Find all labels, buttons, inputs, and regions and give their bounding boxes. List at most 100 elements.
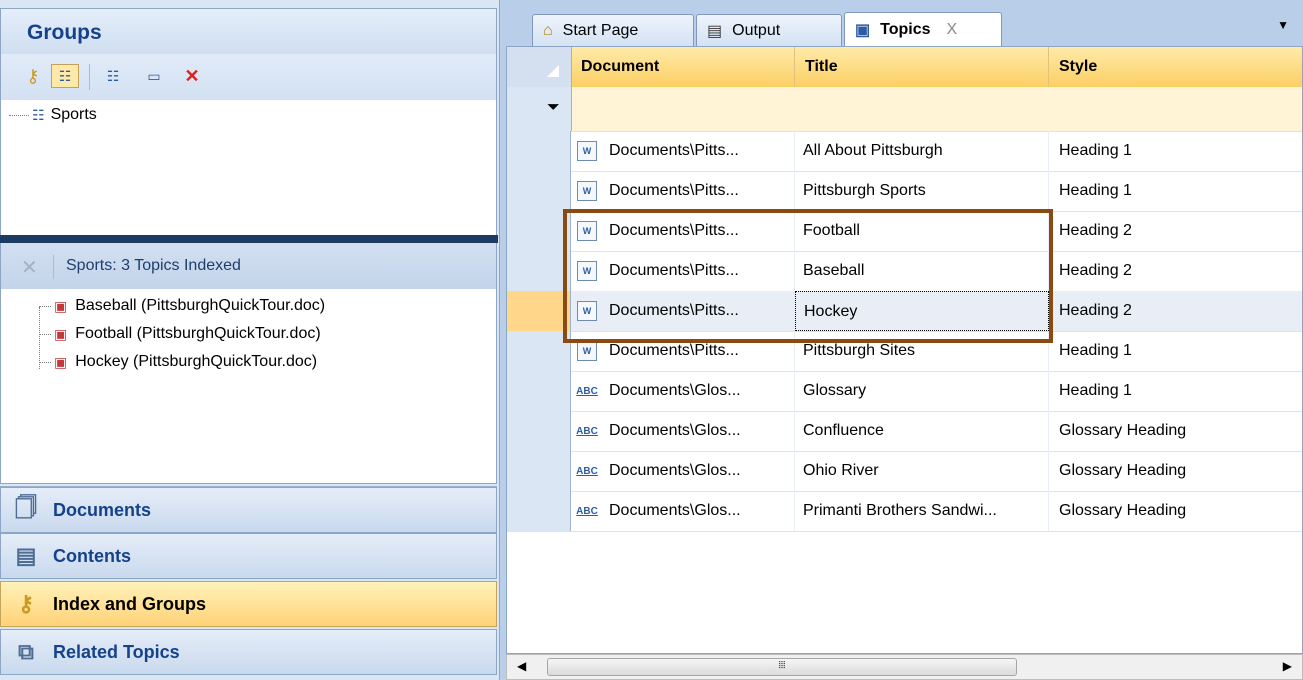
tab-strip: ⌂ Start Page ▤ Output ▣ Topics X ▼: [506, 0, 1303, 46]
tree-item-label: Sports: [50, 106, 97, 123]
nav-label: Contents: [53, 545, 131, 566]
nav-contents[interactable]: ▤ Contents: [0, 533, 497, 579]
cell-style[interactable]: Heading 2: [1049, 291, 1302, 331]
topic-icon: ▣: [54, 297, 68, 314]
cell-title[interactable]: Hockey: [795, 291, 1049, 331]
cell-document-text: Documents\Pitts...: [609, 142, 739, 159]
row-header[interactable]: [507, 171, 571, 211]
row-header[interactable]: [507, 491, 571, 531]
select-all-corner[interactable]: [507, 47, 572, 87]
row-header[interactable]: [507, 451, 571, 491]
table-row[interactable]: ABC Documents\Glos... Glossary Heading 1: [507, 371, 1302, 412]
cell-document-text: Documents\Pitts...: [609, 342, 739, 359]
table-row[interactable]: W Documents\Pitts... Pittsburgh Sports Head…: [507, 171, 1302, 212]
cell-style[interactable]: Heading 2: [1049, 251, 1302, 291]
row-header[interactable]: [507, 211, 571, 251]
list-item-label: Baseball (PittsburghQuickTour.doc): [75, 297, 326, 314]
nav-label: Related Topics: [53, 641, 180, 662]
table-row[interactable]: W Documents\Pitts... Pittsburgh Sites Headi…: [507, 331, 1302, 372]
cell-document-text: Documents\Glos...: [609, 462, 741, 479]
cell-style[interactable]: Heading 1: [1049, 131, 1302, 171]
cell-title[interactable]: Primanti Brothers Sandwi...: [795, 491, 1049, 531]
cell-document[interactable]: W Documents\Pitts...: [571, 171, 795, 211]
row-header[interactable]: [507, 291, 571, 331]
remove-icon[interactable]: ✕: [21, 255, 38, 280]
row-header[interactable]: [507, 411, 571, 451]
cell-title[interactable]: Ohio River: [795, 451, 1049, 491]
cell-document[interactable]: W Documents\Pitts...: [571, 211, 795, 251]
cell-style[interactable]: Heading 1: [1049, 331, 1302, 371]
word-doc-icon: W: [577, 341, 597, 361]
toolbar-separator: [89, 64, 90, 90]
cell-style[interactable]: Heading 1: [1049, 171, 1302, 211]
cell-document-text: Documents\Pitts...: [609, 222, 739, 239]
tab-label: Start Page: [562, 21, 639, 39]
cell-title[interactable]: Baseball: [795, 251, 1049, 291]
nav-documents[interactable]: 🗍 Documents: [0, 487, 497, 533]
table-row[interactable]: ABC Documents\Glos... Primanti Brothers Sa…: [507, 491, 1302, 532]
filter-icon[interactable]: ⏷: [547, 99, 560, 117]
cell-title[interactable]: All About Pittsburgh: [795, 131, 1049, 171]
table-row[interactable]: W Documents\Pitts... Baseball Heading 2: [507, 251, 1302, 292]
key-icon[interactable]: ⚷: [25, 64, 41, 88]
cell-document[interactable]: W Documents\Pitts...: [571, 251, 795, 291]
key-icon: ⚷: [17, 591, 35, 616]
cell-style[interactable]: Heading 2: [1049, 211, 1302, 251]
table-row[interactable]: W Documents\Pitts... All About Pittsburgh H…: [507, 131, 1302, 172]
filter-row[interactable]: ⏷: [507, 87, 1302, 132]
cell-document[interactable]: ABC Documents\Glos...: [571, 451, 795, 491]
tab-topics[interactable]: ▣ Topics X: [844, 12, 1002, 46]
groups-title: Groups: [27, 21, 102, 44]
cell-document[interactable]: W Documents\Pitts...: [571, 291, 795, 331]
row-header[interactable]: [507, 131, 571, 171]
cell-style[interactable]: Heading 1: [1049, 371, 1302, 411]
cell-document[interactable]: W Documents\Pitts...: [571, 331, 795, 371]
nav-label: Index and Groups: [53, 593, 207, 614]
column-header-style[interactable]: Style: [1049, 47, 1302, 87]
chevron-down-icon[interactable]: ▼: [1277, 18, 1289, 32]
group-tree-icon[interactable]: ☷: [51, 64, 79, 88]
tree-item-sports[interactable]: ☷ Sports: [9, 100, 97, 130]
cell-style[interactable]: Glossary Heading: [1049, 411, 1302, 451]
cell-document[interactable]: ABC Documents\Glos...: [571, 491, 795, 531]
delete-icon[interactable]: ✕: [179, 64, 205, 88]
add-group-icon[interactable]: ☷: [99, 64, 127, 88]
cell-style[interactable]: Glossary Heading: [1049, 451, 1302, 491]
tab-start-page[interactable]: ⌂ Start Page: [532, 14, 694, 46]
column-header-document[interactable]: Document: [571, 47, 795, 87]
horizontal-scrollbar[interactable]: ◀ ⦙⦙⦙ ▶: [506, 654, 1303, 680]
table-row[interactable]: ABC Documents\Glos... Ohio River Glossary H…: [507, 451, 1302, 492]
close-icon[interactable]: X: [947, 21, 958, 39]
cell-title[interactable]: Football: [795, 211, 1049, 251]
rename-icon[interactable]: ▭: [141, 64, 167, 88]
word-doc-icon: W: [577, 261, 597, 281]
row-header[interactable]: [507, 251, 571, 291]
cell-document[interactable]: ABC Documents\Glos...: [571, 411, 795, 451]
nav-related-topics[interactable]: ⧉ Related Topics: [0, 629, 497, 675]
row-header[interactable]: [507, 371, 571, 411]
cell-style[interactable]: Glossary Heading: [1049, 491, 1302, 531]
panel-splitter[interactable]: [0, 235, 498, 243]
cell-title[interactable]: Glossary: [795, 371, 1049, 411]
list-item[interactable]: ▣ Football (PittsburghQuickTour.doc): [39, 319, 321, 349]
list-item[interactable]: ▣ Baseball (PittsburghQuickTour.doc): [39, 291, 325, 321]
scroll-thumb[interactable]: ⦙⦙⦙: [547, 658, 1017, 676]
table-row[interactable]: W Documents\Pitts... Hockey Heading 2: [507, 291, 1302, 332]
tab-output[interactable]: ▤ Output: [696, 14, 842, 46]
list-item[interactable]: ▣ Hockey (PittsburghQuickTour.doc): [39, 347, 317, 377]
cell-title[interactable]: Confluence: [795, 411, 1049, 451]
nav-index-and-groups[interactable]: ⚷ Index and Groups: [0, 581, 497, 627]
row-header[interactable]: [507, 331, 571, 371]
cell-document[interactable]: W Documents\Pitts...: [571, 131, 795, 171]
cell-document-text: Documents\Glos...: [609, 502, 741, 519]
cell-title[interactable]: Pittsburgh Sports: [795, 171, 1049, 211]
table-row[interactable]: ABC Documents\Glos... Confluence Glossary H…: [507, 411, 1302, 452]
scroll-left-icon[interactable]: ◀: [517, 659, 526, 673]
scroll-right-icon[interactable]: ▶: [1283, 659, 1292, 673]
cell-title[interactable]: Pittsburgh Sites: [795, 331, 1049, 371]
cell-document[interactable]: ABC Documents\Glos...: [571, 371, 795, 411]
word-doc-icon: W: [577, 141, 597, 161]
groups-header: Groups: [0, 8, 497, 54]
table-row[interactable]: W Documents\Pitts... Football Heading 2: [507, 211, 1302, 252]
column-header-title[interactable]: Title: [795, 47, 1049, 87]
